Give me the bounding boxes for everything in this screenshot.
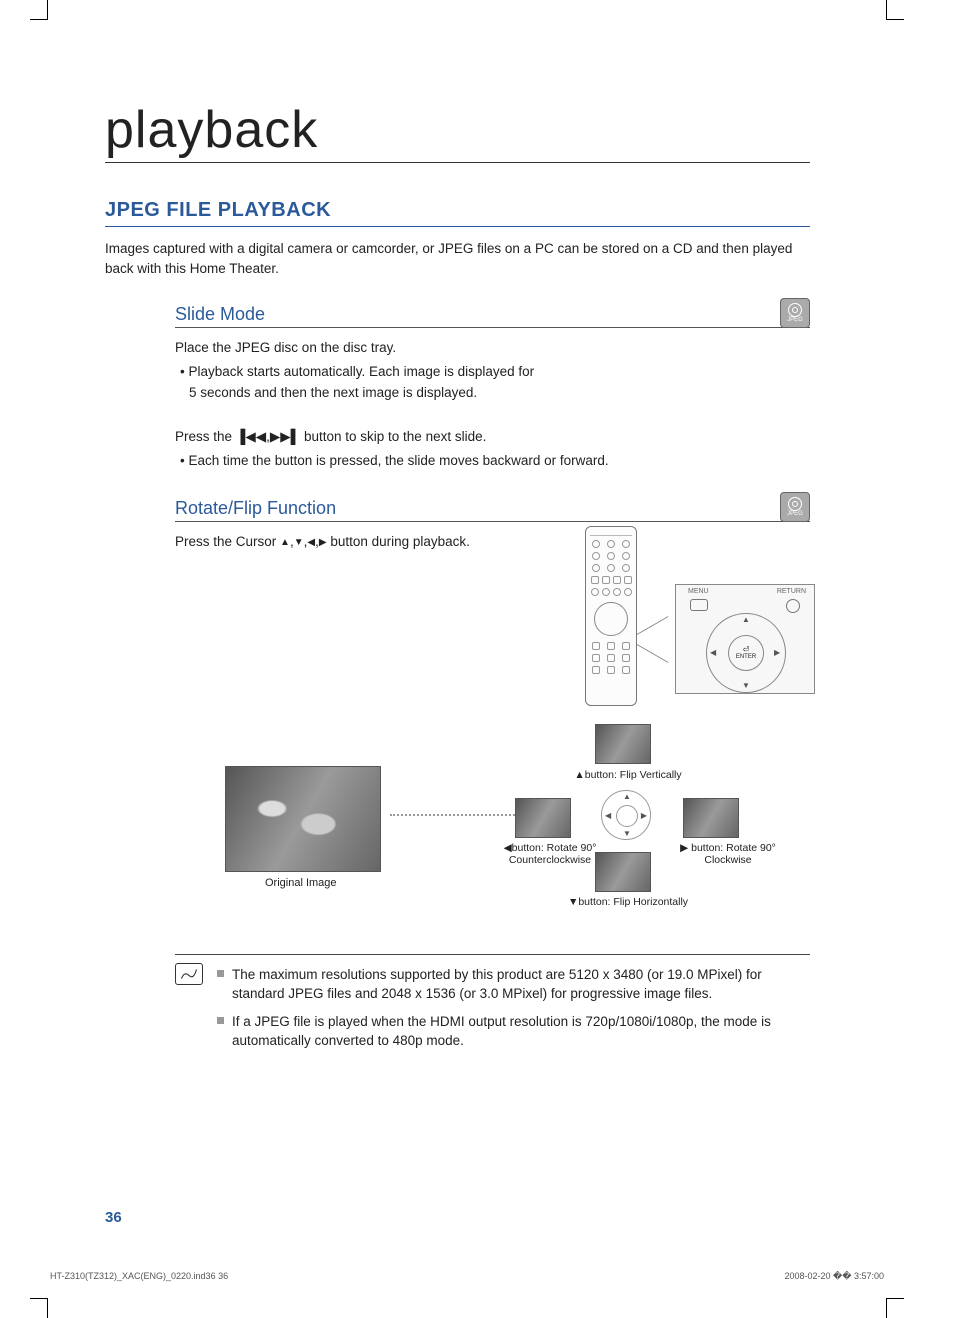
slide-mode-body: Place the JPEG disc on the disc tray. • … <box>175 338 810 472</box>
rotate-cw-thumb <box>683 798 739 838</box>
rotate-flip-heading: Rotate/Flip Function <box>175 498 810 522</box>
caption-left-text2: Counterclockwise <box>509 854 591 866</box>
callout-line <box>637 616 669 635</box>
rotate-p1b: button during playback. <box>327 534 470 549</box>
print-footer: HT-Z310(TZ312)_XAC(ENG)_0220.ind36 36 20… <box>50 1271 884 1282</box>
caption-up: ▲button: Flip Vertically <box>563 769 693 782</box>
down-arrow-icon: ▼ <box>568 896 578 908</box>
original-image-caption: Original Image <box>265 877 337 889</box>
remote-dpad-closeup: MENU RETURN ⏎ ENTER ▲ ▼ ◀ ▶ <box>675 584 815 694</box>
crop-mark <box>30 1298 48 1318</box>
menu-label: MENU <box>688 588 709 595</box>
caption-left: ◀button: Rotate 90°Counterclockwise <box>495 842 605 867</box>
intro-text: Images captured with a digital camera or… <box>105 239 810 278</box>
enter-label: ENTER <box>736 654 756 660</box>
bullet-square-icon <box>217 1017 224 1024</box>
slide-bullet-2: • Each time the button is pressed, the s… <box>175 451 810 471</box>
slide-mode-heading: Slide Mode <box>175 304 810 328</box>
dpad-up-icon: ▲ <box>742 615 750 624</box>
cursor-right-icon: ▶ <box>319 537 327 548</box>
rotate-p1a: Press the Cursor <box>175 534 280 549</box>
caption-left-text1: button: Rotate 90° <box>512 842 597 854</box>
skip-next-icon: ▶▶▌ <box>270 429 300 444</box>
chapter-title: playback <box>105 100 810 163</box>
section-title: JPEG FILE PLAYBACK <box>105 199 810 227</box>
caption-down: ▼button: Flip Horizontally <box>553 896 703 909</box>
left-arrow-icon: ◀ <box>504 842 512 854</box>
return-button-icon <box>786 599 800 613</box>
footer-right: 2008-02-20 �� 3:57:00 <box>784 1271 884 1282</box>
callout-line <box>637 644 669 663</box>
caption-right-text1: button: Rotate 90° <box>691 842 776 854</box>
crop-mark <box>30 0 48 20</box>
jpeg-badge-label: JPEG <box>787 511 803 517</box>
enter-button-icon: ⏎ ENTER <box>728 635 764 671</box>
note-text-2: If a JPEG file is played when the HDMI o… <box>232 1012 810 1051</box>
note-item: The maximum resolutions supported by thi… <box>217 965 810 1004</box>
crop-mark <box>886 0 904 20</box>
cursor-left-icon: ◀ <box>307 537 315 548</box>
jpeg-disc-icon: JPEG <box>780 492 810 522</box>
cursor-down-icon: ▼ <box>294 537 304 548</box>
note-item: If a JPEG file is played when the HDMI o… <box>217 1012 810 1051</box>
remote-control-icon <box>585 526 637 706</box>
slide-p2a: Press the <box>175 429 236 444</box>
menu-button-icon <box>690 599 708 611</box>
note-icon <box>175 963 203 985</box>
jpeg-badge-label: JPEG <box>787 317 803 323</box>
dpad-left-icon: ◀ <box>710 648 716 657</box>
up-arrow-icon: ▲ <box>574 769 584 781</box>
slide-p2b: button to skip to the next slide. <box>300 429 486 444</box>
right-arrow-icon: ▶ <box>680 842 688 854</box>
remote-illustration: MENU RETURN ⏎ ENTER ▲ ▼ ◀ ▶ <box>585 526 815 706</box>
note-text-1: The maximum resolutions supported by thi… <box>232 965 810 1004</box>
caption-up-text: button: Flip Vertically <box>585 769 682 781</box>
rotate-ccw-thumb <box>515 798 571 838</box>
caption-down-text: button: Flip Horizontally <box>578 896 688 908</box>
jpeg-disc-icon: JPEG <box>780 298 810 328</box>
caption-right-text2: Clockwise <box>704 854 751 866</box>
original-image-thumb <box>225 766 381 872</box>
crop-mark <box>886 1298 904 1318</box>
return-label: RETURN <box>777 588 806 595</box>
cursor-up-icon: ▲ <box>280 537 290 548</box>
flip-vertical-thumb <box>595 724 651 764</box>
slide-p2: Press the ▐◀◀,▶▶▌ button to skip to the … <box>175 427 810 447</box>
caption-right: ▶ button: Rotate 90°Clockwise <box>673 842 783 867</box>
slide-bullet-1: • Playback starts automatically. Each im… <box>175 362 545 403</box>
page-number: 36 <box>105 1209 122 1226</box>
slide-p1: Place the JPEG disc on the disc tray. <box>175 338 810 358</box>
note-box: The maximum resolutions supported by thi… <box>175 954 810 1059</box>
rotate-flip-diagram: Original Image ▲ ▼ ◀ ▶ ▲button: Flip Ver… <box>145 734 810 954</box>
dpad-icon: ▲ ▼ ◀ ▶ <box>601 790 651 840</box>
dpad-down-icon: ▼ <box>742 681 750 690</box>
dpad-right-icon: ▶ <box>774 648 780 657</box>
bullet-square-icon <box>217 970 224 977</box>
skip-prev-icon: ▐◀◀ <box>236 429 266 444</box>
footer-left: HT-Z310(TZ312)_XAC(ENG)_0220.ind36 36 <box>50 1271 228 1282</box>
